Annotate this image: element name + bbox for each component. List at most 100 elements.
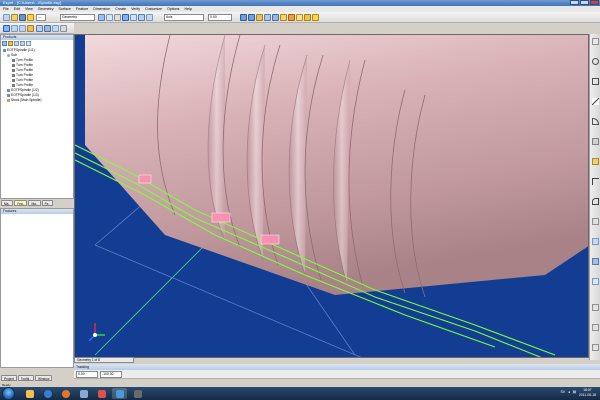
coordinate-icon[interactable] — [138, 14, 145, 21]
measure-icon[interactable] — [592, 304, 599, 311]
snap-icon[interactable] — [106, 14, 113, 21]
viewport-canvas[interactable] — [75, 35, 589, 358]
cursor-icon[interactable] — [3, 25, 10, 32]
tab-features[interactable]: Fea.. — [14, 200, 28, 206]
tab-project[interactable]: Project — [1, 375, 17, 381]
taskbar-esprit[interactable] — [112, 388, 127, 399]
gear-icon — [7, 53, 10, 57]
zoom-combo[interactable]: 0.00 — [208, 14, 232, 21]
circle-icon[interactable] — [592, 58, 599, 65]
paste-icon[interactable] — [60, 25, 67, 32]
spline-icon[interactable] — [592, 158, 599, 165]
taskbar-firefox[interactable] — [58, 388, 73, 399]
offset-icon[interactable] — [592, 238, 599, 245]
fillet-icon[interactable] — [592, 198, 599, 205]
rectangle-icon[interactable] — [592, 78, 599, 85]
tree-item-turn-profile[interactable]: Turn Profile — [12, 78, 33, 82]
network-icon[interactable]: ▤ — [573, 390, 576, 394]
sort-icon[interactable] — [20, 41, 25, 46]
tab-machines[interactable]: Ma.. — [1, 200, 14, 206]
tab-feature-list[interactable]: Fe.. — [41, 200, 54, 206]
point-icon[interactable] — [592, 38, 599, 45]
rotate-icon[interactable] — [264, 14, 271, 21]
points-icon[interactable] — [114, 14, 121, 21]
zoom-in-icon[interactable] — [240, 14, 247, 21]
zoom-out-icon[interactable] — [248, 14, 255, 21]
chamfer-icon[interactable] — [592, 218, 599, 225]
tracking-y-field[interactable]: -100.00 — [100, 371, 122, 378]
speaker-icon[interactable]: ◂ — [568, 390, 570, 394]
tree-item-sub[interactable]: Sub — [7, 53, 17, 57]
minimize-button[interactable] — [570, 0, 579, 5]
shade-icon[interactable] — [280, 14, 287, 21]
select-icon[interactable] — [146, 14, 153, 21]
maximize-button[interactable] — [580, 0, 589, 5]
save-icon[interactable] — [19, 14, 26, 21]
tree-item-turn-profile[interactable]: Turn Profile — [12, 68, 33, 72]
tab-window[interactable]: Window — [35, 375, 53, 381]
taskbar-media[interactable] — [40, 388, 55, 399]
tree-item-spindle-1[interactable]: EOTPSpindle (1/1) — [3, 48, 35, 52]
language-indicator[interactable]: SV — [561, 390, 566, 394]
tree-item-turn-profile[interactable]: Turn Profile — [12, 83, 33, 87]
print-icon[interactable] — [36, 25, 43, 32]
folder-icon — [25, 389, 34, 398]
simulate-icon[interactable] — [296, 14, 303, 21]
refresh-icon[interactable] — [26, 41, 31, 46]
open-icon[interactable] — [27, 25, 34, 32]
fit-icon[interactable] — [272, 14, 279, 21]
taskbar-app-3[interactable] — [130, 388, 145, 399]
pan-icon[interactable] — [256, 14, 263, 21]
products-panel: Products EOTPSpindle (1/1) Sub Turn Prof… — [0, 34, 74, 199]
tracking-x-field[interactable]: 0.00 — [76, 371, 98, 378]
more-tools-icon[interactable] — [592, 344, 599, 351]
redo-icon[interactable] — [19, 25, 26, 32]
layer-visibility-icon[interactable] — [592, 324, 599, 331]
tab-materials[interactable]: Ma.. — [28, 200, 41, 206]
taskbar-clock[interactable]: 18:07 2011-05-18 — [579, 388, 596, 398]
lock-icon[interactable] — [312, 14, 319, 21]
tree-item-spindle-2[interactable]: EOTPSpindle (1/2) — [7, 88, 39, 92]
view-icon[interactable] — [130, 14, 137, 21]
tree-item-label: Turn Profile — [16, 68, 33, 72]
tab-toolbox[interactable]: Toolbi.. — [17, 375, 35, 381]
bottom-panel-tabs: Project Toolbi.. Window — [0, 374, 74, 383]
tree-item-spindle-3[interactable]: EOTPSpindle (1/3) — [7, 93, 39, 97]
taskbar-app-1[interactable] — [76, 388, 91, 399]
open-folder-icon[interactable] — [11, 14, 18, 21]
tree-item-turn-profile[interactable]: Turn Profile — [12, 58, 33, 62]
pattern-icon[interactable] — [592, 278, 599, 285]
workplane-icon[interactable] — [122, 14, 129, 21]
new-file-icon[interactable] — [3, 14, 10, 21]
viewport-tab[interactable]: Geometry 1 of 8 — [74, 357, 134, 363]
tree-item-turn-profile[interactable]: Turn Profile — [12, 73, 33, 77]
layer-combo[interactable]: Geometry — [60, 14, 95, 21]
taskbar-app-2[interactable] — [94, 388, 109, 399]
grid-icon[interactable] — [98, 14, 105, 21]
arc-icon[interactable] — [592, 118, 599, 125]
tree-item-turn-profile[interactable]: Turn Profile — [12, 63, 33, 67]
start-button[interactable] — [2, 387, 15, 400]
tree-item-stock[interactable]: Stock (Main Spindle) — [7, 98, 41, 102]
undo-icon[interactable] — [11, 25, 18, 32]
machine-icon[interactable] — [304, 14, 311, 21]
work-axis-combo[interactable]: Axis — [164, 14, 204, 21]
right-toolbar — [589, 34, 600, 360]
taskbar-explorer[interactable] — [22, 388, 37, 399]
esprit-icon — [115, 389, 124, 398]
graphics-viewport[interactable] — [74, 34, 589, 358]
layer-icon[interactable] — [27, 14, 34, 21]
copy-icon[interactable] — [52, 25, 59, 32]
line-icon[interactable] — [592, 98, 599, 105]
mirror-icon[interactable] — [592, 258, 599, 265]
folder-icon[interactable] — [8, 41, 13, 46]
wireframe-icon[interactable] — [288, 14, 295, 21]
window-title: Esprit - [C:\Users\...\Spindle.esp] — [3, 0, 62, 5]
expand-icon[interactable] — [2, 41, 7, 46]
corner-icon[interactable] — [592, 178, 599, 185]
trim-icon[interactable] — [592, 138, 599, 145]
line-style-combo[interactable]: — — [36, 14, 46, 21]
close-button[interactable] — [590, 0, 599, 5]
filter-icon[interactable] — [14, 41, 19, 46]
cut-icon[interactable] — [44, 25, 51, 32]
